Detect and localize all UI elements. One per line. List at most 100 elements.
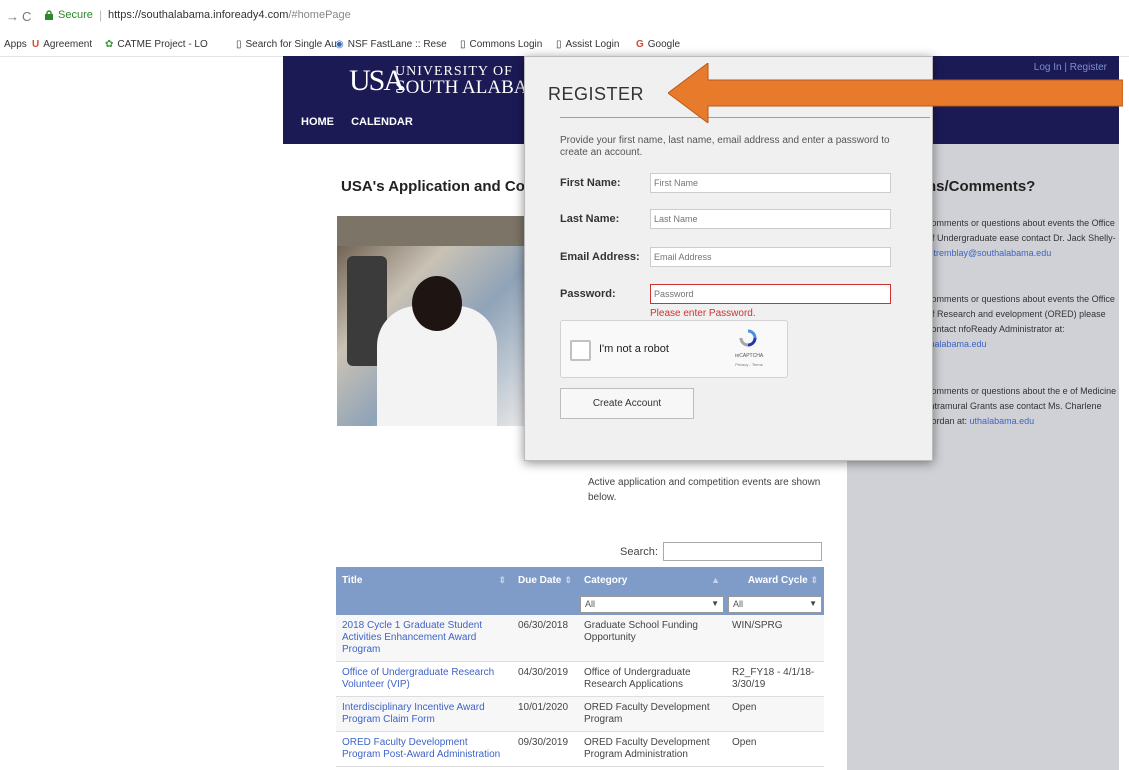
bookmark-search-single[interactable]: ▯ Search for Single Au: [236, 39, 337, 50]
intro-text: Active application and competition event…: [588, 477, 821, 503]
url-host: https://southalabama.infoready4.com: [108, 9, 289, 21]
title-cell: Office of Undergraduate Research Volunte…: [336, 661, 512, 697]
bookmark-label: CATME Project - LO: [117, 39, 208, 50]
event-title-link[interactable]: Interdisciplinary Incentive Award Progra…: [342, 702, 485, 725]
contact-email-link[interactable]: jstremblay@southalabama.edu: [927, 248, 1051, 258]
top-nav: HOME CALENDAR: [301, 116, 427, 128]
column-header-due-date[interactable]: Due Date ⇕: [512, 567, 578, 593]
event-title-link[interactable]: ORED Faculty Development Program Post-Aw…: [342, 737, 500, 760]
bookmarks-bar: Apps U Agreement ✿ CATME Project - LO ▯ Sea…: [0, 34, 1129, 57]
due-date-cell: 06/30/2018: [512, 615, 578, 662]
filter-category-cell: All ▼: [578, 593, 726, 615]
password-label: Password:: [560, 288, 616, 300]
bookmark-label: Agreement: [43, 39, 93, 50]
bookmark-assist[interactable]: ▯ Assist Login: [556, 39, 619, 50]
recaptcha-checkbox[interactable]: [570, 340, 591, 361]
contact-email-link[interactable]: uthalabama.edu: [970, 416, 1035, 426]
last-name-label: Last Name:: [560, 213, 620, 225]
bookmark-commons[interactable]: ▯ Commons Login: [460, 39, 542, 50]
filter-value: All: [733, 598, 744, 609]
filter-empty: [336, 593, 512, 615]
lock-icon: [45, 10, 53, 20]
category-filter-select[interactable]: All ▼: [580, 595, 724, 613]
due-date-cell: 10/01/2020: [512, 696, 578, 732]
filter-value: All: [585, 598, 596, 609]
email-field[interactable]: [650, 247, 891, 267]
filter-cycle-cell: All ▼: [726, 593, 824, 615]
page-icon: ▯: [556, 39, 562, 50]
sort-icon: ⇕: [810, 574, 818, 585]
bookmark-label: Assist Login: [565, 39, 620, 50]
reload-icon[interactable]: C: [22, 9, 31, 24]
researcher-head-shape: [412, 276, 462, 331]
url-path: /#homePage: [288, 9, 351, 21]
create-account-button[interactable]: Create Account: [560, 388, 694, 419]
bookmark-apps[interactable]: Apps: [4, 39, 27, 50]
table-row: Interdisciplinary Incentive Award Progra…: [336, 696, 824, 732]
forward-icon[interactable]: →: [6, 9, 19, 24]
nav-home[interactable]: HOME: [301, 116, 334, 128]
award-cycle-filter-select[interactable]: All ▼: [728, 595, 822, 613]
hero-image: [337, 216, 527, 426]
recaptcha-label: I'm not a robot: [599, 343, 669, 355]
usa-logo-icon: U: [32, 39, 40, 50]
contact-text: comments or questions about events the O…: [927, 294, 1115, 334]
filter-row: All ▼ All ▼: [336, 593, 824, 615]
recaptcha-widget: I'm not a robot reCAPTCHA Privacy - Term…: [560, 320, 788, 378]
event-title-link[interactable]: Office of Undergraduate Research Volunte…: [342, 667, 494, 690]
recaptcha-icon: [739, 329, 757, 347]
last-name-field[interactable]: [650, 209, 891, 229]
award-cycle-cell: Open: [726, 696, 824, 732]
award-cycle-cell: R2_FY18 - 4/1/18-3/30/19: [726, 661, 824, 697]
first-name-field[interactable]: [650, 173, 891, 193]
bookmark-google[interactable]: G Google: [636, 39, 680, 50]
google-icon: G: [636, 39, 644, 50]
contact-email-link[interactable]: thalabama.edu: [927, 339, 987, 349]
column-header-award-cycle[interactable]: Award Cycle ⇕: [726, 567, 824, 593]
bookmark-label: Search for Single Au: [245, 39, 337, 50]
sidebar-title: ns/Comments?: [927, 178, 1036, 195]
table-row: 2018 Cycle 1 Graduate Student Activities…: [336, 615, 824, 662]
first-name-label: First Name:: [560, 177, 621, 189]
catme-icon: ✿: [105, 39, 114, 50]
header-label: Category: [584, 574, 628, 586]
events-table: Title ⇕ Due Date ⇕ Category ▲ Award Cycle ⇕…: [336, 567, 824, 767]
header-label: Title: [342, 574, 363, 586]
university-logo[interactable]: UNIVERSITY OF SOUTH ALABAM: [395, 64, 544, 97]
category-cell: ORED Faculty Development Program: [578, 696, 726, 732]
lab-shelf-shape: [337, 216, 527, 246]
recaptcha-brand: reCAPTCHA: [734, 353, 764, 359]
address-bar: → C Secure | https://southalabama.infore…: [0, 0, 1129, 34]
search-input[interactable]: [663, 542, 822, 561]
nsf-icon: ◉: [335, 39, 344, 50]
event-title-link[interactable]: 2018 Cycle 1 Graduate Student Activities…: [342, 620, 482, 655]
column-header-title[interactable]: Title ⇕: [336, 567, 512, 593]
bookmark-agreement[interactable]: U Agreement: [32, 39, 92, 50]
url-field[interactable]: https://southalabama.infoready4.com/#hom…: [108, 9, 351, 21]
sort-icon: ⇕: [564, 574, 572, 585]
bookmark-label: NSF FastLane :: Rese: [347, 39, 447, 50]
bookmark-catme[interactable]: ✿ CATME Project - LO: [105, 39, 208, 50]
page-title: USA's Application and Cor: [341, 178, 531, 195]
bookmark-label: Commons Login: [469, 39, 543, 50]
due-date-cell: 04/30/2019: [512, 661, 578, 697]
table-row: ORED Faculty Development Program Post-Aw…: [336, 731, 824, 767]
recaptcha-terms-link[interactable]: Privacy - Terms: [729, 362, 769, 367]
sort-icon: ⇕: [498, 574, 506, 585]
email-label: Email Address:: [560, 251, 640, 263]
header-label: Award Cycle: [747, 574, 808, 586]
annotation-arrow-icon: [668, 63, 1123, 123]
chevron-down-icon: ▼: [711, 598, 719, 608]
table-header-row: Title ⇕ Due Date ⇕ Category ▲ Award Cycle ⇕: [336, 567, 824, 593]
category-cell: ORED Faculty Development Program Adminis…: [578, 731, 726, 767]
password-field[interactable]: [650, 284, 891, 304]
sidebar-contact-2: comments or questions about events the O…: [927, 292, 1117, 352]
column-header-category[interactable]: Category ▲: [578, 567, 726, 593]
chevron-down-icon: ▼: [809, 598, 817, 608]
bookmark-nsf[interactable]: ◉ NSF FastLane :: Rese: [335, 39, 447, 50]
sidebar-contact-3: comments or questions about the e of Med…: [927, 384, 1117, 429]
modal-instructions: Provide your first name, last name, emai…: [560, 135, 890, 158]
search-label: Search:: [620, 546, 658, 558]
nav-calendar[interactable]: CALENDAR: [351, 116, 413, 128]
url-separator: |: [99, 8, 103, 22]
